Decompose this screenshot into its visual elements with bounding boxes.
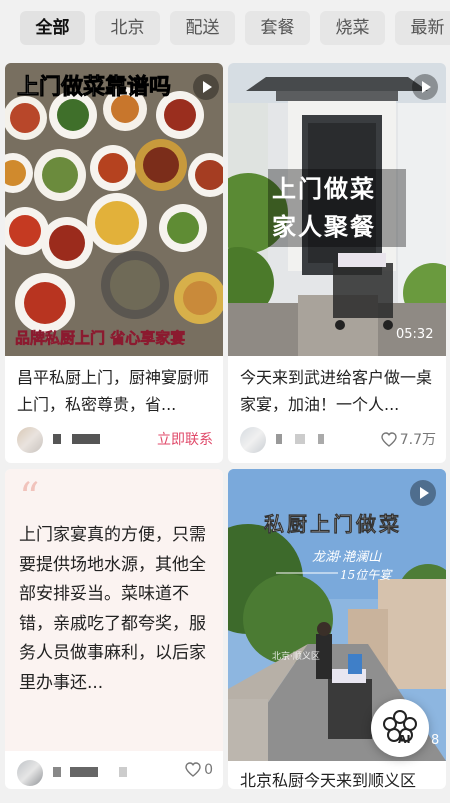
like-count[interactable]: 7.7万	[381, 429, 436, 449]
quote-mark: “	[19, 475, 40, 521]
heart-icon	[381, 432, 397, 447]
card-title: 今天来到武进给客户做一桌家宴，加油！一个人...	[240, 368, 433, 414]
play-icon	[410, 480, 436, 506]
like-count-value: 0	[204, 762, 213, 778]
contact-now-link[interactable]: 立即联系	[157, 429, 213, 449]
location-tag: 北京·顺义区	[272, 650, 320, 662]
username-blurred	[53, 764, 127, 778]
ai-flower-icon	[383, 710, 417, 742]
image-title-line2: 家人聚餐	[272, 212, 376, 241]
video-duration: 05:32	[396, 327, 434, 342]
like-count[interactable]: 0	[185, 762, 213, 778]
like-count-value: 7.7万	[399, 432, 436, 448]
feed-card-review[interactable]: “ 上门家宴真的方便，只需要提供场地水源，其他全部安排妥当。菜味道不错，亲戚吃了…	[5, 469, 223, 789]
image-caption: 品牌私厨上门 省心享家宴	[15, 329, 185, 347]
category-tabs: 全部 北京 配送 套餐 烧菜 最新	[0, 0, 450, 56]
feed-card-family-banquet[interactable]: 上门做菜 家人聚餐 05:32 今天来到武进给客户做一桌家宴，加油！一个人...…	[228, 63, 446, 463]
username-blurred	[276, 431, 324, 445]
image-subtitle: 龙湖·滟澜山	[312, 550, 382, 565]
courtyard-gate-image: 上门做菜 家人聚餐	[228, 63, 446, 356]
tab-beijing[interactable]: 北京	[95, 11, 160, 45]
avatar[interactable]	[17, 427, 43, 453]
card-meta: 立即联系	[17, 427, 213, 453]
card-title: 北京私厨今天来到顺义区	[240, 771, 417, 789]
heart-icon	[185, 762, 201, 777]
feed-card-food[interactable]: 上门做菜靠谱吗 品牌私厨上门 省心享家宴 昌平私厨上门，厨神宴厨师上门，私密尊贵…	[5, 63, 223, 463]
avatar[interactable]	[240, 427, 266, 453]
food-platter-image: 上门做菜靠谱吗 品牌私厨上门 省心享家宴	[5, 63, 223, 356]
tab-delivery[interactable]: 配送	[170, 11, 235, 45]
card-meta: 0	[17, 760, 213, 786]
card-meta: 7.7万	[240, 427, 436, 453]
image-title-line1: 上门做菜	[272, 174, 376, 203]
tab-set-meal[interactable]: 套餐	[245, 11, 310, 45]
tab-braised[interactable]: 烧菜	[320, 11, 385, 45]
card-title: 昌平私厨上门，厨神宴厨师上门，私密尊贵，省...	[17, 368, 210, 414]
card-thumbnail: 上门做菜靠谱吗 品牌私厨上门 省心享家宴	[5, 63, 223, 356]
image-title: 上门做菜靠谱吗	[17, 74, 171, 100]
image-subtitle2: 15位午宴	[340, 568, 393, 582]
tab-latest[interactable]: 最新	[395, 11, 450, 45]
review-text: 上门家宴真的方便，只需要提供场地水源，其他全部安排妥当。菜味道不错，亲戚吃了都夸…	[19, 525, 206, 693]
image-title: 私厨上门做菜	[264, 512, 402, 536]
username-blurred	[53, 431, 100, 445]
play-icon	[193, 74, 219, 100]
play-icon	[412, 74, 438, 100]
avatar[interactable]	[17, 760, 43, 786]
video-duration: 8	[431, 733, 440, 748]
ai-label: AI	[398, 733, 411, 746]
ai-assistant-button[interactable]: AI	[371, 699, 429, 757]
tab-all[interactable]: 全部	[20, 11, 85, 45]
card-thumbnail: 上门做菜 家人聚餐 05:32	[228, 63, 446, 356]
